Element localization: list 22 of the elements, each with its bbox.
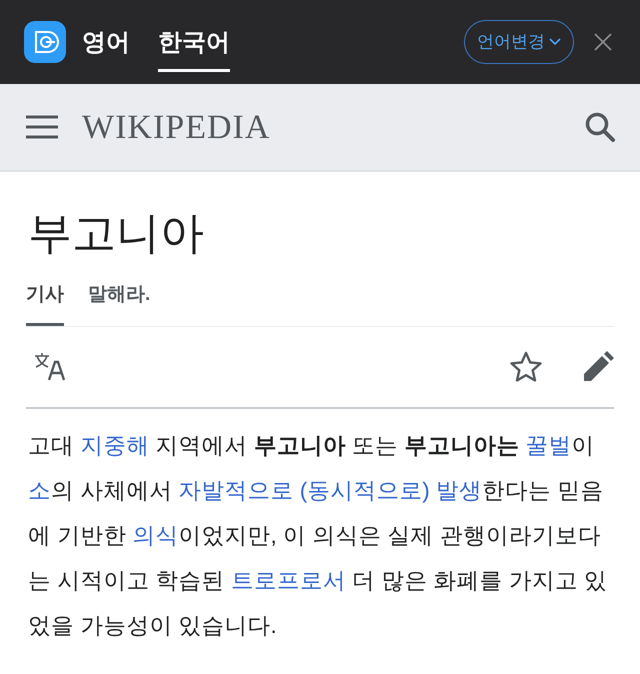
wikipedia-logo[interactable]: WIKIPEDIA <box>82 102 270 152</box>
language-change-button[interactable]: 언어변경 <box>464 20 574 64</box>
star-icon[interactable] <box>510 351 542 384</box>
edit-icon[interactable] <box>582 351 614 384</box>
article-link[interactable]: 소 <box>28 478 51 504</box>
article-paragraph: 고대 지중해 지역에서 부고니아 또는 부고니아는 꿀벌 이 소의 사체에서 자발적으로 (동시적으로) 발생 한다는 믿음에 기반한 의식 이었지만, 이 의식은 실제 관행이라기보다는 시적이고 학습된 트로프로서 더 많은 화폐를 가지고 있었을 가능성이 있습니다. <box>28 432 608 640</box>
language-icon[interactable] <box>34 352 68 382</box>
close-icon <box>594 32 612 51</box>
article-link[interactable]: 지중해 <box>80 433 150 458</box>
article-tab[interactable]: 말해라. <box>88 280 150 326</box>
article-link[interactable]: 꿀벌 <box>526 433 572 458</box>
article-link[interactable]: 트로프로서 <box>230 568 346 594</box>
app-icon[interactable] <box>24 21 66 63</box>
search-icon[interactable] <box>584 111 616 143</box>
article-link[interactable]: 의식 <box>132 523 179 548</box>
article-title: 부고니아 <box>28 208 205 260</box>
article-tab[interactable]: 기사 <box>26 280 64 326</box>
language-tab[interactable]: 한국어 <box>158 16 230 72</box>
menu-icon[interactable] <box>26 115 58 139</box>
chevron-down-icon <box>549 38 561 46</box>
language-tab[interactable]: 영어 <box>82 16 130 72</box>
article-link[interactable]: 자발적으로 (동시적으로) 발생 <box>178 478 482 504</box>
